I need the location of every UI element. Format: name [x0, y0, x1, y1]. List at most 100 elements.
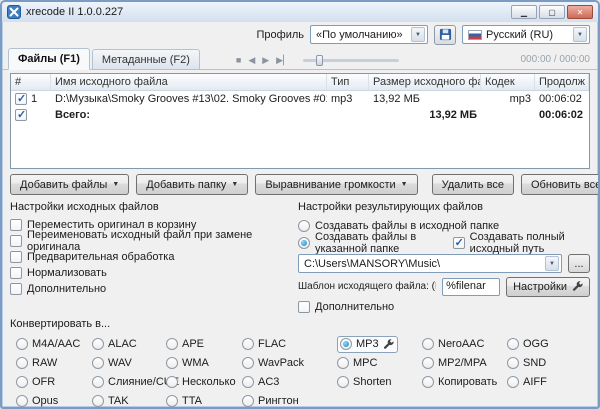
- format-m4a-aac[interactable]: M4A/AAC: [16, 336, 92, 352]
- option-advanced-output[interactable]: Дополнительно: [298, 299, 590, 314]
- format-flac[interactable]: FLAC: [242, 336, 337, 352]
- format-shorten[interactable]: Shorten: [337, 374, 422, 390]
- wrench-icon[interactable]: [383, 339, 394, 350]
- radio[interactable]: [298, 237, 310, 249]
- format-neroaac[interactable]: NeroAAC: [422, 336, 507, 352]
- column-header-duration[interactable]: Продолж: [535, 74, 589, 90]
- radio[interactable]: [16, 376, 28, 388]
- maximize-button[interactable]: ▢: [539, 5, 565, 19]
- radio[interactable]: [92, 395, 104, 407]
- minimize-button[interactable]: ▁: [511, 5, 537, 19]
- radio[interactable]: [166, 376, 178, 388]
- chevron-down-icon[interactable]: ▼: [573, 27, 587, 42]
- radio-custom-folder[interactable]: Создавать файлы в указанной папке: [298, 236, 447, 251]
- format-tak[interactable]: TAK: [92, 393, 166, 409]
- template-input[interactable]: %filenar: [442, 278, 500, 296]
- checkbox[interactable]: [10, 235, 22, 247]
- format-ogg[interactable]: OGG: [507, 336, 590, 352]
- slider-thumb[interactable]: [316, 55, 323, 66]
- radio[interactable]: [166, 338, 178, 350]
- chevron-down-icon[interactable]: ▼: [411, 27, 425, 42]
- format-mpc[interactable]: MPC: [337, 355, 422, 371]
- radio[interactable]: [242, 338, 254, 350]
- format-tta[interactable]: TTA: [166, 393, 242, 409]
- seek-slider[interactable]: [303, 59, 399, 62]
- previous-icon[interactable]: ◀: [248, 56, 255, 65]
- chevron-down-icon[interactable]: ▼: [545, 256, 559, 271]
- radio[interactable]: [507, 357, 519, 369]
- profile-select[interactable]: «По умолчанию» ▼: [310, 25, 428, 44]
- remove-all-button[interactable]: Удалить все: [432, 174, 514, 195]
- column-header-size[interactable]: Размер исходного файла: [369, 74, 481, 90]
- checkbox[interactable]: [10, 219, 22, 231]
- radio[interactable]: [242, 395, 254, 407]
- radio[interactable]: [166, 395, 178, 407]
- format-snd[interactable]: SND: [507, 355, 590, 371]
- format-ape[interactable]: APE: [166, 336, 242, 352]
- row-checkbox[interactable]: [15, 93, 27, 105]
- radio[interactable]: [16, 338, 28, 350]
- titlebar[interactable]: xrecode II 1.0.0.227 ▁ ▢ ✕: [2, 2, 598, 22]
- add-files-button[interactable]: Добавить файлы ▼: [10, 174, 129, 195]
- template-settings-button[interactable]: Настройки: [506, 277, 590, 297]
- format-mp3[interactable]: MP3: [337, 336, 422, 352]
- column-header-codec[interactable]: Кодек: [481, 74, 535, 90]
- selected-format-box[interactable]: MP3: [337, 336, 398, 353]
- save-profile-button[interactable]: [434, 25, 456, 45]
- checkbox[interactable]: [10, 267, 22, 279]
- checkbox[interactable]: [10, 251, 22, 263]
- format-ringtone[interactable]: Рингтон: [242, 393, 337, 409]
- format-ofr[interactable]: OFR: [16, 374, 92, 390]
- format-opus[interactable]: Opus: [16, 393, 92, 409]
- option-rename-original[interactable]: Переименовать исходный файл при замене о…: [10, 233, 288, 248]
- radio[interactable]: [340, 338, 352, 350]
- radio[interactable]: [422, 376, 434, 388]
- format-wma[interactable]: WMA: [166, 355, 242, 371]
- output-path-select[interactable]: C:\Users\MANSORY\Music\ ▼: [298, 254, 562, 273]
- table-total-row[interactable]: Всего: 13,92 МБ 00:06:02: [11, 107, 589, 123]
- checkbox[interactable]: [453, 237, 465, 249]
- option-normalize[interactable]: Нормализовать: [10, 265, 288, 280]
- column-header-type[interactable]: Тип: [327, 74, 369, 90]
- next-icon[interactable]: ▶▏: [276, 56, 290, 65]
- checkbox[interactable]: [298, 301, 310, 313]
- format-multiple[interactable]: Несколько: [166, 374, 242, 390]
- radio[interactable]: [507, 338, 519, 350]
- format-merge-cue[interactable]: Слияние/CUE: [92, 374, 166, 390]
- radio[interactable]: [242, 357, 254, 369]
- close-button[interactable]: ✕: [567, 5, 593, 19]
- volume-align-button[interactable]: Выравнивание громкости ▼: [255, 174, 417, 195]
- browse-button[interactable]: ...: [568, 254, 590, 273]
- add-folder-button[interactable]: Добавить папку ▼: [136, 174, 248, 195]
- radio[interactable]: [422, 357, 434, 369]
- format-alac[interactable]: ALAC: [92, 336, 166, 352]
- option-advanced-source[interactable]: Дополнительно: [10, 281, 288, 296]
- full-path-checkbox-row[interactable]: Создавать полный исходный путь: [453, 236, 590, 251]
- radio[interactable]: [16, 395, 28, 407]
- radio[interactable]: [337, 376, 349, 388]
- column-header-name[interactable]: Имя исходного файла: [51, 74, 327, 90]
- table-row[interactable]: 1 D:\Музыка\Smoky Grooves #13\02. Smoky …: [11, 91, 589, 107]
- radio[interactable]: [92, 338, 104, 350]
- radio[interactable]: [92, 376, 104, 388]
- format-ac3[interactable]: AC3: [242, 374, 337, 390]
- column-header-num[interactable]: #: [11, 74, 51, 90]
- refresh-all-button[interactable]: Обновить все: [521, 174, 600, 195]
- play-icon[interactable]: ▶: [262, 56, 269, 65]
- format-mp2-mpa[interactable]: MP2/MPA: [422, 355, 507, 371]
- radio[interactable]: [92, 357, 104, 369]
- format-wav[interactable]: WAV: [92, 355, 166, 371]
- radio[interactable]: [298, 220, 310, 232]
- tab-files[interactable]: Файлы (F1): [8, 48, 90, 70]
- total-checkbox[interactable]: [15, 109, 27, 121]
- radio[interactable]: [337, 357, 349, 369]
- radio[interactable]: [422, 338, 434, 350]
- language-select[interactable]: Русский (RU) ▼: [462, 25, 590, 44]
- radio[interactable]: [507, 376, 519, 388]
- option-preprocessing[interactable]: Предварительная обработка: [10, 249, 288, 264]
- stop-icon[interactable]: ■: [236, 56, 241, 65]
- radio[interactable]: [16, 357, 28, 369]
- checkbox[interactable]: [10, 283, 22, 295]
- radio[interactable]: [242, 376, 254, 388]
- format-copy[interactable]: Копировать: [422, 374, 507, 390]
